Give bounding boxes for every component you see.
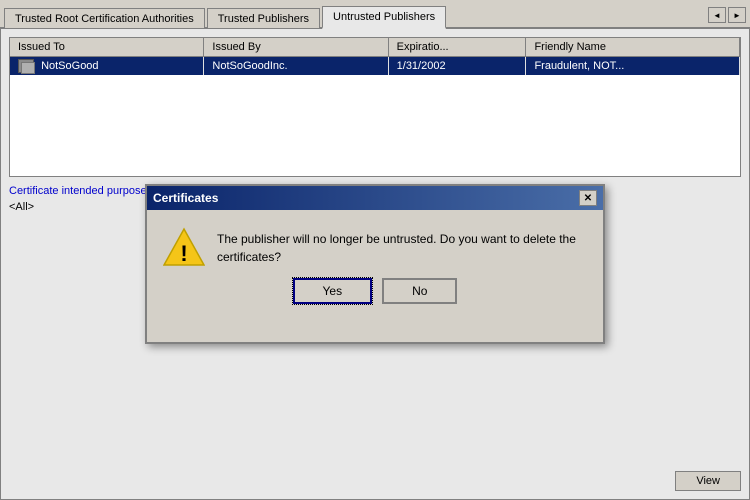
tab-bar: Trusted Root Certification Authorities T… bbox=[0, 0, 750, 29]
tab-trusted-publishers[interactable]: Trusted Publishers bbox=[207, 8, 320, 28]
modal-overlay: Certificates ✕ ! The publisher will bbox=[1, 29, 749, 499]
no-button[interactable]: No bbox=[382, 278, 457, 304]
modal-title: Certificates bbox=[153, 191, 218, 205]
tab-untrusted-publishers[interactable]: Untrusted Publishers bbox=[322, 6, 446, 29]
content-area: Issued To Issued By Expiratio... Friendl… bbox=[0, 29, 750, 500]
tab-nav-buttons: ◄ ► bbox=[708, 7, 750, 27]
svg-text:!: ! bbox=[180, 241, 187, 266]
tab-trusted-root[interactable]: Trusted Root Certification Authorities bbox=[4, 8, 205, 28]
warning-icon: ! bbox=[163, 226, 203, 266]
tab-nav-right[interactable]: ► bbox=[728, 7, 746, 23]
main-window: Trusted Root Certification Authorities T… bbox=[0, 0, 750, 500]
modal-message: The publisher will no longer be untruste… bbox=[217, 226, 587, 266]
modal-dialog: Certificates ✕ ! The publisher will bbox=[145, 184, 605, 344]
modal-close-button[interactable]: ✕ bbox=[579, 190, 597, 206]
modal-titlebar: Certificates ✕ bbox=[147, 186, 603, 210]
yes-button[interactable]: Yes bbox=[293, 278, 373, 304]
warning-triangle-svg: ! bbox=[163, 226, 205, 268]
modal-body: ! The publisher will no longer be untrus… bbox=[147, 210, 603, 278]
tab-nav-left[interactable]: ◄ bbox=[708, 7, 726, 23]
modal-buttons: Yes No bbox=[147, 278, 603, 318]
